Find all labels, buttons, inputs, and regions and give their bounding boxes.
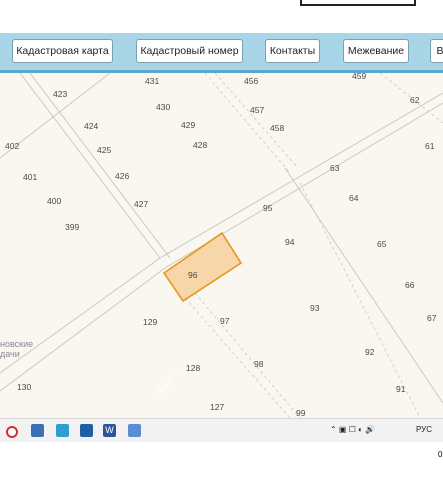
bottom-white-area: 0 <box>0 442 443 480</box>
app-icon-screen[interactable] <box>128 424 141 437</box>
word-icon[interactable]: W <box>103 424 116 437</box>
top-white-area <box>0 0 443 33</box>
navigation-bar: Кадастровая карта Кадастровый номер Конт… <box>0 33 443 73</box>
nav-contacts-button[interactable]: Контакты <box>265 39 320 63</box>
watermark: ✓ <box>150 364 184 408</box>
tray-language[interactable]: РУС <box>416 425 432 434</box>
app-icon-blue[interactable] <box>31 424 44 437</box>
highlighted-plot-polygon[interactable] <box>162 231 243 303</box>
map-canvas[interactable] <box>0 73 443 418</box>
app-icon-cyan[interactable] <box>56 424 69 437</box>
cadastral-map[interactable]: 431 456 459 423 430 457 62 424 429 458 402 425 428 61… <box>0 73 443 418</box>
opera-icon[interactable] <box>6 426 18 438</box>
nav-surveying-button[interactable]: Межевание <box>343 39 409 63</box>
app-icon-navy[interactable] <box>80 424 93 437</box>
area-name-label: новские дачи <box>0 339 33 359</box>
nav-cadastral-number-button[interactable]: Кадастровый номер <box>136 39 243 63</box>
nav-cadastral-map-button[interactable]: Кадастровая карта <box>12 39 113 63</box>
tray-time: 0 <box>438 450 443 459</box>
scale-bar-tick-right <box>414 0 416 6</box>
windows-taskbar: W ⌃ ▣ ☐ ◐ 🔊 РУС <box>0 418 443 443</box>
tray-icons[interactable]: ⌃ ▣ ☐ ◐ 🔊 <box>330 425 375 434</box>
nav-cut-button[interactable]: В <box>430 39 443 63</box>
area-name-line: новские <box>0 339 34 349</box>
scale-bar <box>300 4 416 6</box>
area-name-line: дачи <box>0 349 20 359</box>
scale-bar-tick-left <box>300 0 302 6</box>
